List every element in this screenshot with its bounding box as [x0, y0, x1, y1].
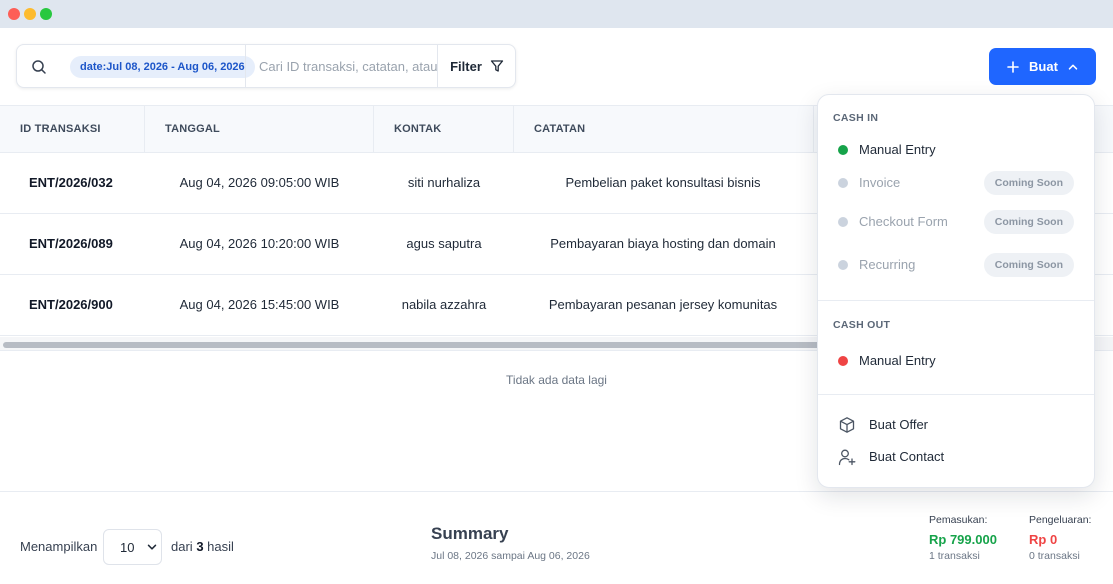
summary-date-range: Jul 08, 2026 sampai Aug 06, 2026 — [431, 550, 590, 562]
search-input[interactable] — [259, 45, 437, 87]
expense-count: 0 transaksi — [1029, 550, 1080, 562]
status-dot — [838, 217, 848, 227]
menu-item-label: Recurring — [859, 257, 916, 272]
scrollbar-thumb[interactable] — [3, 342, 833, 348]
filter-icon — [490, 60, 504, 72]
showing-label: Menampilkan — [20, 539, 98, 554]
transaction-contact: nabila azzahra — [401, 297, 487, 312]
create-dropdown-menu: CASH IN Manual Entry Invoice Coming Soon… — [817, 94, 1095, 488]
menu-item-label: Manual Entry — [859, 142, 936, 157]
menu-item-create-offer[interactable]: Buat Offer — [818, 409, 1094, 441]
result-count-text: dari 3 hasil — [171, 539, 234, 554]
column-header-contact[interactable]: KONTAK — [374, 106, 514, 152]
summary-title: Summary — [431, 524, 509, 543]
divider — [245, 45, 246, 87]
menu-item-label: Manual Entry — [859, 353, 936, 368]
coming-soon-badge: Coming Soon — [983, 171, 1074, 195]
menu-item-label: Checkout Form — [859, 214, 948, 229]
search-filter-bar: date:Jul 08, 2026 - Aug 06, 2026 Filter — [16, 44, 516, 88]
user-add-icon — [838, 449, 856, 466]
expense-label: Pengeluaran: — [1029, 514, 1092, 526]
column-header-note[interactable]: CATATAN — [514, 106, 814, 152]
chevron-down-icon — [148, 544, 157, 550]
table-footer: Menampilkan 10 dari 3 hasil Summary Jul … — [0, 491, 1113, 584]
plus-icon — [1007, 60, 1019, 73]
create-button-label: Buat — [1029, 59, 1058, 74]
menu-item-recurring[interactable]: Recurring Coming Soon — [818, 249, 1094, 281]
page-size-select[interactable]: 10 — [103, 529, 162, 565]
coming-soon-badge: Coming Soon — [983, 253, 1074, 277]
status-dot — [838, 145, 848, 155]
minimize-window-button[interactable] — [24, 8, 36, 20]
income-label: Pemasukan: — [929, 514, 988, 526]
transaction-note: Pembayaran biaya hosting dan domain — [550, 236, 776, 251]
transaction-date: Aug 04, 2026 10:20:00 WIB — [179, 236, 340, 251]
menu-item-cash-out-manual-entry[interactable]: Manual Entry — [818, 345, 1094, 377]
menu-item-checkout-form[interactable]: Checkout Form Coming Soon — [818, 206, 1094, 238]
page-size-value: 10 — [120, 539, 135, 555]
transaction-id[interactable]: ENT/2026/900 — [29, 275, 113, 335]
menu-divider — [818, 300, 1094, 301]
transaction-note: Pembelian paket konsultasi bisnis — [565, 175, 761, 190]
maximize-window-button[interactable] — [40, 8, 52, 20]
menu-item-invoice[interactable]: Invoice Coming Soon — [818, 167, 1094, 199]
filter-button[interactable]: Filter — [438, 45, 516, 87]
expense-summary: Pengeluaran: Rp 0 0 transaksi — [1029, 514, 1091, 562]
status-dot — [838, 356, 848, 366]
status-dot — [838, 260, 848, 270]
date-range-chip[interactable]: date:Jul 08, 2026 - Aug 06, 2026 — [70, 56, 255, 78]
search-icon — [32, 60, 46, 74]
close-window-button[interactable] — [8, 8, 20, 20]
menu-item-create-contact[interactable]: Buat Contact — [818, 441, 1094, 473]
menu-divider — [818, 394, 1094, 395]
window-titlebar — [0, 0, 1113, 28]
menu-item-label: Buat Contact — [869, 449, 945, 464]
transaction-date: Aug 04, 2026 15:45:00 WIB — [179, 297, 340, 312]
filter-label: Filter — [450, 58, 482, 74]
column-header-id[interactable]: ID TRANSAKSI — [0, 106, 145, 152]
transaction-contact: siti nurhaliza — [407, 175, 481, 190]
income-count: 1 transaksi — [929, 550, 980, 562]
cash-out-section-label: CASH OUT — [833, 319, 891, 331]
coming-soon-badge: Coming Soon — [983, 210, 1074, 234]
transaction-contact: agus saputra — [406, 236, 482, 251]
status-dot — [838, 178, 848, 188]
create-button[interactable]: Buat — [989, 48, 1096, 85]
menu-item-cash-in-manual-entry[interactable]: Manual Entry — [818, 134, 1094, 166]
income-value: Rp 799.000 — [929, 532, 997, 547]
chevron-up-icon — [1068, 64, 1078, 70]
transaction-date: Aug 04, 2026 09:05:00 WIB — [179, 175, 340, 190]
menu-item-label: Invoice — [859, 175, 901, 190]
cash-in-section-label: CASH IN — [833, 112, 879, 124]
transaction-id[interactable]: ENT/2026/089 — [29, 214, 113, 274]
transaction-note: Pembayaran pesanan jersey komunitas — [548, 297, 778, 312]
transaction-id[interactable]: ENT/2026/032 — [29, 153, 113, 213]
menu-item-label: Buat Offer — [869, 417, 929, 432]
column-header-date[interactable]: TANGGAL — [145, 106, 374, 152]
income-summary: Pemasukan: Rp 799.000 1 transaksi — [929, 514, 997, 562]
box-icon — [839, 417, 855, 433]
expense-value: Rp 0 — [1029, 532, 1058, 547]
